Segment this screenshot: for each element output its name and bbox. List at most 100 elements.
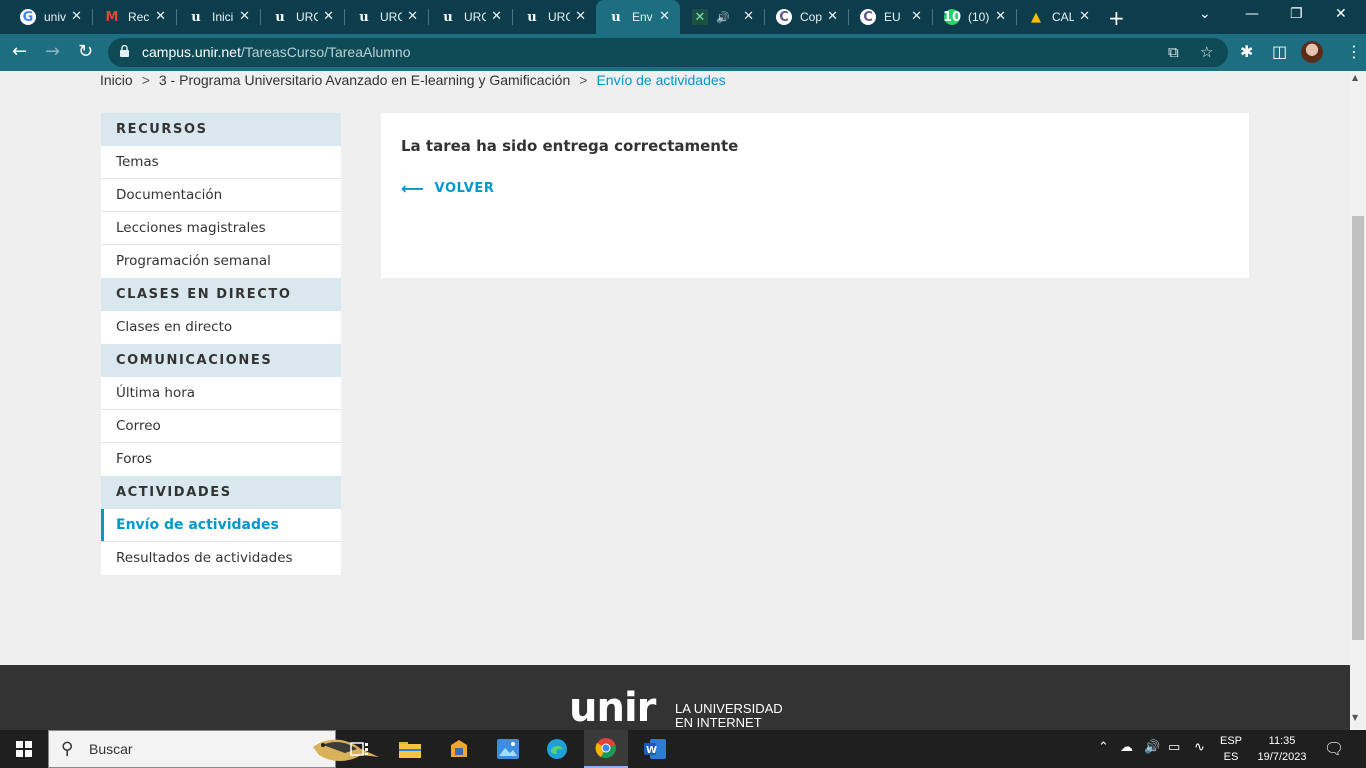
scrollbar-thumb[interactable] [1352, 216, 1364, 640]
system-clock[interactable]: 11:35 19/7/2023 [1254, 733, 1310, 765]
browser-tab[interactable]: u URC ✕ [260, 0, 344, 34]
new-tab-button[interactable]: + [1108, 6, 1125, 30]
tab-close-icon[interactable]: ✕ [995, 9, 1006, 24]
sidebar-heading-actividades: ACTIVIDADES [101, 476, 341, 509]
tab-close-icon[interactable]: ✕ [827, 9, 838, 24]
tab-title: univ [44, 10, 66, 24]
browser-tab[interactable]: 10 (10) ✕ [932, 0, 1016, 34]
share-icon[interactable]: ⧉ [1168, 43, 1179, 61]
tab-title: (10) [968, 10, 990, 24]
tab-title: URC [464, 10, 486, 24]
sidebar-item-envio-de-actividades[interactable]: Envío de actividades [101, 509, 341, 542]
back-button[interactable]: ⟵ VOLVER [401, 179, 494, 198]
url-text: campus.unir.net/TareasCurso/TareaAlumno [142, 44, 410, 60]
site-icon: ✕ [692, 9, 708, 25]
browser-tab[interactable]: C EU ✕ [848, 0, 932, 34]
sidebar-item-documentacion[interactable]: Documentación [101, 179, 341, 212]
sidebar-item-clases-en-directo[interactable]: Clases en directo [101, 311, 341, 344]
extensions-icon[interactable]: ✱ [1240, 42, 1253, 61]
address-bar[interactable]: campus.unir.net/TareasCurso/TareaAlumno … [108, 38, 1228, 67]
tab-title: CAL [1052, 10, 1074, 24]
windows-start-icon[interactable] [16, 741, 32, 757]
sidebar-heading-comunicaciones: COMUNICACIONES [101, 344, 341, 377]
tray-chevron-up-icon[interactable]: ⌃ [1098, 740, 1109, 755]
photos-icon[interactable] [486, 730, 530, 768]
profile-avatar[interactable] [1301, 41, 1323, 63]
tab-close-icon[interactable]: ✕ [1079, 9, 1090, 24]
tab-close-icon[interactable]: ✕ [575, 9, 586, 24]
chrome-icon[interactable] [584, 730, 628, 768]
tab-close-icon[interactable]: ✕ [743, 9, 754, 24]
minimize-button[interactable]: — [1245, 6, 1259, 22]
browser-tab[interactable]: ▲ CAL ✕ [1016, 0, 1100, 34]
side-panel-icon[interactable]: ◫ [1272, 42, 1287, 61]
bookmark-star-icon[interactable]: ☆ [1200, 43, 1213, 61]
reload-icon[interactable]: ↻ [78, 41, 93, 62]
copyleaks-icon: C [860, 9, 876, 25]
restore-button[interactable]: ❐ [1290, 6, 1303, 22]
task-view-icon[interactable] [338, 730, 382, 768]
sidebar-item-lecciones-magistrales[interactable]: Lecciones magistrales [101, 212, 341, 245]
unir-logo[interactable]: unir [569, 688, 656, 728]
browser-tab[interactable]: u Env ✕ [596, 0, 680, 34]
browser-tab[interactable]: u URC ✕ [428, 0, 512, 34]
forward-icon[interactable]: → [45, 41, 60, 62]
tab-close-icon[interactable]: ✕ [71, 9, 82, 24]
wifi-icon[interactable]: ∿ [1194, 740, 1205, 755]
scroll-down-icon[interactable]: ▼ [1352, 713, 1358, 722]
scroll-up-icon[interactable]: ▲ [1352, 73, 1358, 82]
close-window-button[interactable]: ✕ [1335, 6, 1347, 22]
tab-audio-icon[interactable]: 🔊 [716, 11, 730, 24]
battery-icon[interactable]: ▭ [1168, 740, 1180, 755]
word-icon[interactable]: W [633, 730, 677, 768]
unir-icon: u [611, 9, 621, 25]
lock-icon [120, 45, 129, 57]
edge-icon[interactable] [535, 730, 579, 768]
success-message: La tarea ha sido entrega correctamente [401, 137, 739, 155]
volume-icon[interactable]: 🔊 [1144, 740, 1160, 755]
tab-separator [176, 9, 177, 25]
taskbar-search[interactable]: ⚲ Buscar [48, 730, 379, 768]
breadcrumb-course[interactable]: 3 - Programa Universitario Avanzado en E… [159, 72, 570, 88]
gmail-icon: M [105, 9, 119, 25]
browser-toolbar: ← → ↻ campus.unir.net/TareasCurso/TareaA… [0, 34, 1366, 71]
unir-icon: u [191, 9, 201, 25]
browser-tab[interactable]: Guniv ✕ [8, 0, 92, 34]
sidebar-heading-recursos: RECURSOS [101, 113, 341, 146]
onedrive-cloud-icon[interactable]: ☁ [1120, 740, 1133, 755]
input-language[interactable]: ESP ES [1220, 733, 1242, 765]
sidebar-item-resultados-de-actividades[interactable]: Resultados de actividades [101, 542, 341, 575]
sidebar-item-ultima-hora[interactable]: Última hora [101, 377, 341, 410]
browser-tab[interactable]: C Cop ✕ [764, 0, 848, 34]
tab-separator [932, 9, 933, 25]
tab-close-icon[interactable]: ✕ [323, 9, 334, 24]
browser-tab[interactable]: u URC ✕ [512, 0, 596, 34]
browser-tab[interactable]: u Inici ✕ [176, 0, 260, 34]
browser-tab[interactable]: ✕ 🔊 ✕ [680, 0, 764, 34]
unir-icon: u [275, 9, 285, 25]
sidebar-item-correo[interactable]: Correo [101, 410, 341, 443]
clock-date: 19/7/2023 [1257, 751, 1307, 763]
sidebar-item-temas[interactable]: Temas [101, 146, 341, 179]
security-app-icon[interactable] [437, 730, 481, 768]
tab-close-icon[interactable]: ✕ [491, 9, 502, 24]
browser-tab[interactable]: M Rec ✕ [92, 0, 176, 34]
menu-icon[interactable]: ⋮ [1346, 42, 1362, 61]
notifications-icon[interactable]: 🗨 [1324, 739, 1344, 758]
sidebar-item-foros[interactable]: Foros [101, 443, 341, 476]
tab-separator [1016, 9, 1017, 25]
breadcrumb: Inicio >3 - Programa Universitario Avanza… [100, 72, 732, 88]
tab-close-icon[interactable]: ✕ [155, 9, 166, 24]
browser-tab[interactable]: u URC ✕ [344, 0, 428, 34]
back-icon[interactable]: ← [12, 41, 27, 62]
breadcrumb-home[interactable]: Inicio [100, 72, 133, 88]
file-explorer-icon[interactable] [388, 730, 432, 768]
tab-search-icon[interactable]: ⌄ [1199, 6, 1211, 22]
tab-close-icon[interactable]: ✕ [239, 9, 250, 24]
tab-close-icon[interactable]: ✕ [407, 9, 418, 24]
tab-close-icon[interactable]: ✕ [911, 9, 922, 24]
site-footer: unir LA UNIVERSIDAD EN INTERNET [0, 665, 1350, 730]
tab-close-icon[interactable]: ✕ [659, 9, 670, 24]
tagline-line-1: LA UNIVERSIDAD [675, 701, 783, 716]
sidebar-item-programacion-semanal[interactable]: Programación semanal [101, 245, 341, 278]
